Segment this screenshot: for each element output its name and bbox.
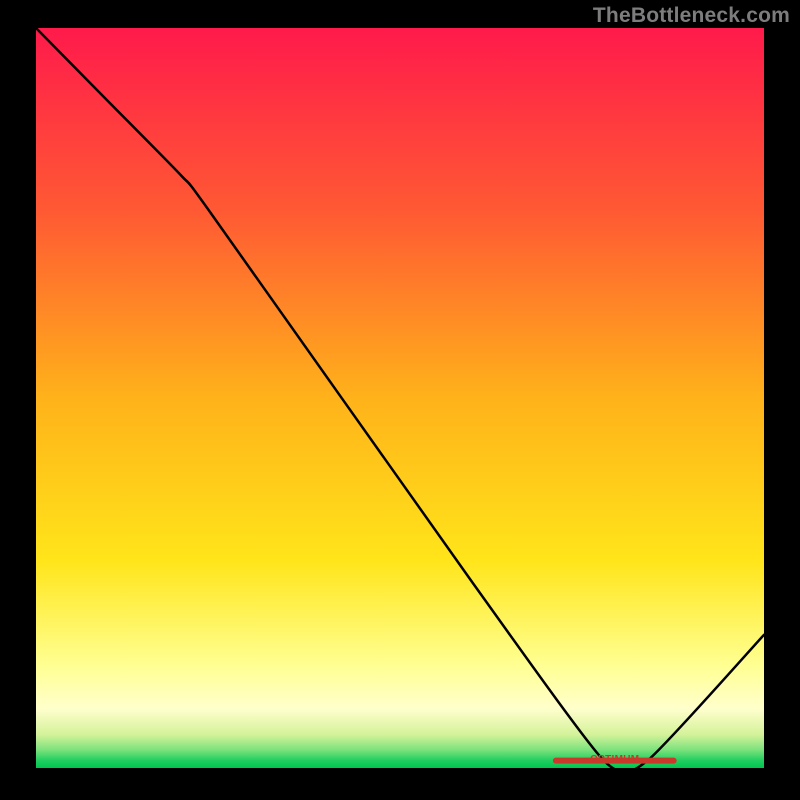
attribution-label: TheBottleneck.com [593,4,790,28]
optimum-label: OPTIMUM [590,754,639,765]
chart-stage: TheBottleneck.com OPTIMUM [0,0,800,800]
chart-svg [0,0,800,800]
